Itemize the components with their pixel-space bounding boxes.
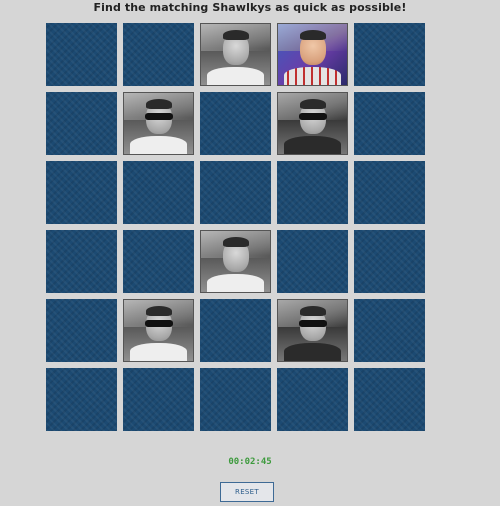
memory-card-hidden[interactable] bbox=[46, 23, 117, 86]
sunglasses-icon bbox=[298, 112, 327, 120]
memory-card-hidden[interactable] bbox=[354, 23, 425, 86]
player-photo bbox=[124, 93, 193, 154]
memory-card-hidden[interactable] bbox=[277, 230, 348, 293]
memory-card-revealed[interactable] bbox=[277, 299, 348, 362]
memory-card-hidden[interactable] bbox=[354, 299, 425, 362]
player-photo bbox=[124, 300, 193, 361]
sunglasses-icon bbox=[144, 319, 173, 327]
memory-card-hidden[interactable] bbox=[46, 299, 117, 362]
player-photo bbox=[278, 300, 347, 361]
memory-card-revealed[interactable] bbox=[200, 23, 271, 86]
memory-card-hidden[interactable] bbox=[200, 161, 271, 224]
memory-card-hidden[interactable] bbox=[200, 368, 271, 431]
memory-card-hidden[interactable] bbox=[200, 92, 271, 155]
memory-card-hidden[interactable] bbox=[123, 230, 194, 293]
memory-card-hidden[interactable] bbox=[46, 92, 117, 155]
player-photo bbox=[201, 231, 270, 292]
memory-card-hidden[interactable] bbox=[123, 368, 194, 431]
memory-card-revealed[interactable] bbox=[123, 299, 194, 362]
memory-card-hidden[interactable] bbox=[123, 161, 194, 224]
memory-card-revealed[interactable] bbox=[277, 92, 348, 155]
card-board bbox=[46, 23, 425, 431]
memory-card-hidden[interactable] bbox=[354, 92, 425, 155]
memory-card-revealed[interactable] bbox=[123, 92, 194, 155]
page-title: Find the matching Shawlkys as quick as p… bbox=[93, 1, 407, 14]
memory-card-revealed[interactable] bbox=[277, 23, 348, 86]
memory-card-revealed[interactable] bbox=[200, 230, 271, 293]
memory-card-hidden[interactable] bbox=[46, 368, 117, 431]
memory-card-hidden[interactable] bbox=[354, 368, 425, 431]
memory-card-hidden[interactable] bbox=[46, 161, 117, 224]
player-photo bbox=[278, 24, 347, 85]
game-timer: 00:02:45 bbox=[228, 457, 272, 467]
sunglasses-icon bbox=[144, 112, 173, 120]
memory-card-hidden[interactable] bbox=[277, 161, 348, 224]
memory-card-hidden[interactable] bbox=[46, 230, 117, 293]
memory-card-hidden[interactable] bbox=[354, 230, 425, 293]
memory-card-hidden[interactable] bbox=[123, 23, 194, 86]
player-photo bbox=[201, 24, 270, 85]
memory-card-hidden[interactable] bbox=[354, 161, 425, 224]
memory-card-hidden[interactable] bbox=[200, 299, 271, 362]
player-photo bbox=[278, 93, 347, 154]
reset-button[interactable]: RESET bbox=[220, 482, 274, 502]
memory-card-hidden[interactable] bbox=[277, 368, 348, 431]
sunglasses-icon bbox=[298, 319, 327, 327]
